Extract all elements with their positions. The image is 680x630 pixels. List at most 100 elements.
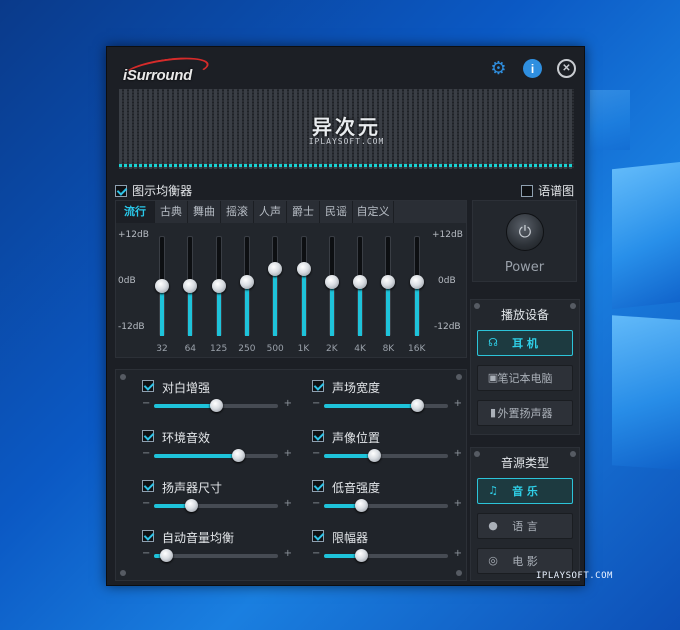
eq-knob[interactable] <box>381 274 396 289</box>
slider-knob[interactable] <box>367 449 381 462</box>
option-label: 电 影 <box>512 555 538 568</box>
eq-freq-label: 16K <box>408 344 426 354</box>
eq-band-slider[interactable] <box>207 236 231 336</box>
eq-knob[interactable] <box>296 262 311 277</box>
slider-minus[interactable]: − <box>312 448 320 459</box>
slider-plus[interactable]: + <box>454 448 462 459</box>
slider-knob[interactable] <box>210 399 223 412</box>
eq-band-slider[interactable] <box>405 236 429 336</box>
effect-checkbox[interactable] <box>312 530 324 542</box>
eq-knob[interactable] <box>183 279 198 293</box>
eq-toggle[interactable]: 图示均衡器 <box>115 180 192 199</box>
effect-slider[interactable]: − + <box>142 448 292 462</box>
settings-gear-icon[interactable]: ⚙ <box>489 58 508 79</box>
option-label: 外置扬声器 <box>497 407 553 420</box>
tab-4[interactable]: 人声 <box>254 201 287 223</box>
option-label: 音 乐 <box>512 485 538 498</box>
effect-label: 声像位置 <box>332 431 381 445</box>
eq-checkbox[interactable] <box>115 184 127 197</box>
logo-text: iSurround <box>123 67 192 84</box>
effect-slider[interactable]: − + <box>312 448 462 462</box>
film-icon: ◎ <box>488 554 498 567</box>
eq-knob[interactable] <box>409 274 424 289</box>
eq-band-slider[interactable] <box>292 236 316 336</box>
tab-1[interactable]: 古典 <box>155 201 188 223</box>
spectrum-watermark-subtitle: IPLAYSOFT.COM <box>308 137 385 146</box>
effect-slider[interactable]: − + <box>142 498 292 512</box>
spectrogram-checkbox[interactable] <box>521 184 533 197</box>
eq-band-slider[interactable] <box>235 236 259 336</box>
eq-band-slider[interactable] <box>376 236 400 336</box>
effect-slider[interactable]: − + <box>142 398 292 412</box>
slider-minus[interactable]: − <box>142 548 150 559</box>
close-icon[interactable]: ✕ <box>557 59 576 78</box>
eq-band-slider[interactable] <box>178 236 202 336</box>
eq-knob[interactable] <box>353 274 368 289</box>
option-button[interactable]: ♫ 音 乐 <box>477 478 573 504</box>
effect-checkbox[interactable] <box>312 430 324 442</box>
slider-knob[interactable] <box>232 449 246 462</box>
eq-knob[interactable] <box>324 274 339 289</box>
source-type-panel: 音源类型 ♫ 音 乐 ● 语 言 ◎ 电 影 <box>470 447 580 581</box>
slider-minus[interactable]: − <box>142 498 150 509</box>
eq-level-fill <box>386 281 391 336</box>
effect-checkbox[interactable] <box>312 380 324 392</box>
effect-checkbox[interactable] <box>142 430 154 442</box>
effect-slider[interactable]: − + <box>312 398 462 412</box>
info-icon[interactable]: i <box>523 59 542 78</box>
eq-knob[interactable] <box>155 279 169 293</box>
slider-plus[interactable]: + <box>454 398 462 409</box>
option-button[interactable]: ☊ 耳 机 <box>477 330 573 356</box>
spectrum-display: 异次元 IPLAYSOFT.COM <box>119 89 574 169</box>
tab-2[interactable]: 舞曲 <box>188 201 221 223</box>
power-button[interactable]: ⏻ <box>506 213 544 251</box>
tab-3[interactable]: 摇滚 <box>221 201 254 223</box>
eq-band-slider[interactable] <box>150 236 174 336</box>
tab-6[interactable]: 民谣 <box>320 201 353 223</box>
tab-7[interactable]: 自定义 <box>353 201 394 223</box>
slider-minus[interactable]: − <box>142 398 150 409</box>
eq-band-slider[interactable] <box>320 236 344 336</box>
slider-plus[interactable]: + <box>454 548 462 559</box>
option-button[interactable]: ▮ 外置扬声器 <box>477 400 573 426</box>
power-icon: ⏻ <box>518 222 532 241</box>
effect-checkbox[interactable] <box>142 530 154 542</box>
slider-knob[interactable] <box>160 549 174 562</box>
effect-checkbox[interactable] <box>142 480 154 492</box>
slider-knob[interactable] <box>411 399 424 412</box>
slider-plus[interactable]: + <box>284 498 292 509</box>
effect-checkbox[interactable] <box>142 380 154 392</box>
option-button[interactable]: ● 语 言 <box>477 513 573 539</box>
slider-minus[interactable]: − <box>142 448 150 459</box>
slider-minus[interactable]: − <box>312 548 320 559</box>
eq-toggle-label: 图示均衡器 <box>132 184 193 198</box>
option-button[interactable]: ▣ 笔记本电脑 <box>477 365 573 391</box>
eq-freq-label: 64 <box>184 344 197 354</box>
eq-knob[interactable] <box>211 279 226 293</box>
eq-band-slider[interactable] <box>263 236 287 336</box>
slider-plus[interactable]: + <box>284 448 292 459</box>
corner-dot <box>456 374 462 380</box>
slider-knob[interactable] <box>185 499 199 512</box>
eq-knob[interactable] <box>239 274 254 289</box>
effect-slider[interactable]: − + <box>142 548 292 562</box>
eq-level-fill <box>329 281 334 336</box>
eq-band-slider[interactable] <box>348 236 372 336</box>
effect-slider[interactable]: − + <box>312 498 462 512</box>
eq-knob[interactable] <box>268 262 283 277</box>
slider-plus[interactable]: + <box>454 498 462 509</box>
db-mid-right: 0dB <box>438 276 456 286</box>
tab-5[interactable]: 爵士 <box>287 201 320 223</box>
slider-plus[interactable]: + <box>284 548 292 559</box>
slider-plus[interactable]: + <box>284 398 292 409</box>
slider-knob[interactable] <box>355 549 369 562</box>
effect-label: 低音强度 <box>332 481 381 495</box>
effect-checkbox[interactable] <box>312 480 324 492</box>
slider-minus[interactable]: − <box>312 498 320 509</box>
tab-0[interactable]: 流行 <box>116 201 155 223</box>
effect-slider[interactable]: − + <box>312 548 462 562</box>
slider-knob[interactable] <box>355 499 369 512</box>
spectrogram-label: 语谱图 <box>538 184 575 198</box>
spectrogram-toggle[interactable]: 语谱图 <box>521 180 574 199</box>
slider-minus[interactable]: − <box>312 398 320 409</box>
